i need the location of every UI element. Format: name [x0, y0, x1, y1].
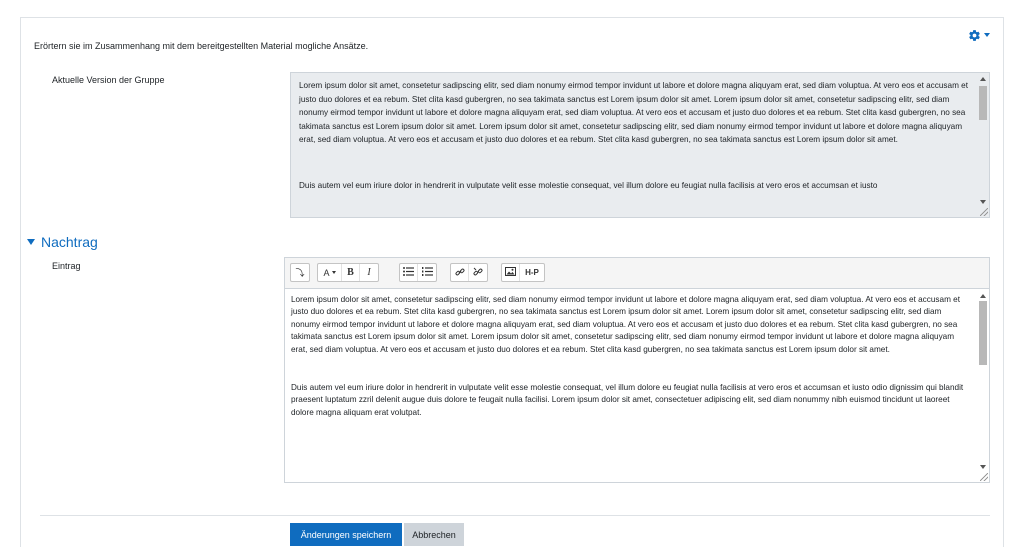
h5p-icon: H-P: [525, 268, 539, 277]
italic-button[interactable]: I: [360, 264, 378, 281]
panel-right-border: [1003, 17, 1004, 547]
scrollbar[interactable]: [978, 291, 988, 481]
scroll-up-arrow-icon[interactable]: [980, 294, 986, 298]
paragraph: Lorem ipsum dolor sit amet, consetetur s…: [299, 81, 968, 145]
unordered-list-button[interactable]: [400, 264, 418, 281]
unlink-button[interactable]: [469, 264, 487, 281]
toolbar-group: [399, 263, 437, 282]
toolbar-group: ⤵: [290, 263, 310, 282]
link-button[interactable]: [451, 264, 469, 281]
bold-button[interactable]: B: [342, 264, 360, 281]
section-toggle-nachtrag[interactable]: Nachtrag: [27, 234, 98, 250]
unordered-list-icon: [403, 267, 414, 278]
editor-toolbar: ⤵ A B I H-P: [285, 258, 989, 289]
image-icon: [505, 267, 516, 278]
toolbar-group: A B I: [317, 263, 379, 282]
editor-content[interactable]: Lorem ipsum dolor sit amet, consetetur s…: [291, 294, 971, 419]
toolbar-toggle-button[interactable]: ⤵: [291, 264, 309, 281]
ordered-list-icon: [421, 267, 433, 278]
toolbar-toggle-icon: ⤵: [295, 268, 305, 278]
intro-text: Erörtern sie im Zusammenhang mit dem ber…: [34, 41, 369, 51]
image-button[interactable]: [502, 264, 520, 281]
rich-text-editor: ⤵ A B I H-P Lorem ipsum dolor sit amet, …: [284, 257, 990, 483]
bold-icon: B: [347, 267, 354, 278]
caret-down-icon: [27, 239, 35, 245]
italic-icon: I: [367, 267, 371, 278]
gear-icon: [968, 29, 981, 42]
h5p-button[interactable]: H-P: [520, 264, 544, 281]
current-version-textarea[interactable]: Lorem ipsum dolor sit amet, consetetur s…: [290, 72, 990, 218]
unlink-icon: [473, 267, 483, 279]
form-divider: [40, 515, 990, 516]
scrollbar-thumb[interactable]: [979, 86, 987, 120]
cancel-button[interactable]: Abbrechen: [404, 523, 464, 546]
panel-top-border: [20, 17, 1003, 18]
ordered-list-button[interactable]: [418, 264, 436, 281]
scrollbar-thumb[interactable]: [979, 301, 987, 365]
paragraph: Duis autem vel eum iriure dolor in hendr…: [291, 383, 964, 417]
scrollbar[interactable]: [978, 74, 988, 216]
font-style-button[interactable]: A: [318, 264, 342, 281]
settings-menu[interactable]: [968, 26, 998, 44]
toolbar-group: H-P: [501, 263, 545, 282]
paragraph: Duis autem vel eum iriure dolor in hendr…: [299, 180, 878, 190]
chevron-down-icon: [984, 33, 990, 37]
scroll-up-arrow-icon[interactable]: [980, 77, 986, 81]
scroll-down-arrow-icon[interactable]: [980, 200, 986, 204]
save-changes-button[interactable]: Änderungen speichern: [290, 523, 402, 546]
section-title: Nachtrag: [41, 234, 98, 250]
paragraph: Lorem ipsum dolor sit amet, consetetur s…: [291, 295, 960, 354]
toolbar-group: [450, 263, 488, 282]
current-version-content: Lorem ipsum dolor sit amet, consetetur s…: [299, 79, 971, 193]
scroll-down-arrow-icon[interactable]: [980, 465, 986, 469]
resize-handle[interactable]: [980, 473, 988, 481]
current-version-label: Aktuelle Version der Gruppe: [52, 75, 165, 85]
panel-left-border: [20, 17, 21, 547]
resize-handle[interactable]: [980, 208, 988, 216]
link-icon: [455, 267, 465, 279]
font-style-icon: A: [323, 267, 330, 278]
entry-label: Eintrag: [52, 261, 81, 271]
dropdown-icon: [331, 271, 336, 274]
